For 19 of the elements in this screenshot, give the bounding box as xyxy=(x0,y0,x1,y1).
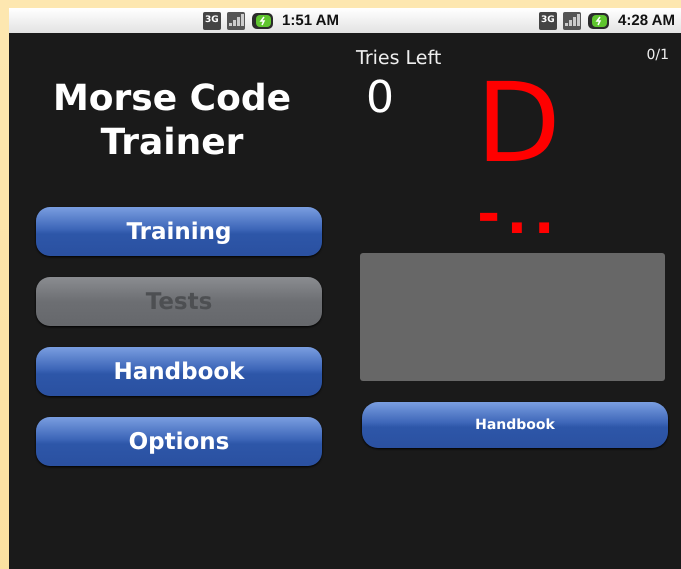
menu-button[interactable]: Training xyxy=(36,207,322,256)
morse-code: -.. xyxy=(477,187,561,243)
battery-icon xyxy=(250,12,274,30)
letter: D xyxy=(476,71,561,175)
battery-icon xyxy=(586,12,610,30)
clock: 4:28 AM xyxy=(618,12,675,29)
handbook-button[interactable]: Handbook xyxy=(362,402,668,448)
app-title: Morse Code Trainer xyxy=(52,77,292,165)
progress-counter: 0/1 xyxy=(646,47,669,65)
menu-button[interactable]: Options xyxy=(36,417,322,466)
tries-count: 0 xyxy=(366,73,394,123)
3g-icon: 3G xyxy=(538,10,558,30)
clock: 1:51 AM xyxy=(282,12,339,29)
3g-icon: 3G xyxy=(202,10,222,30)
input-panel[interactable] xyxy=(360,253,665,381)
tries-label: Tries Left xyxy=(356,47,442,69)
signal-icon xyxy=(226,10,246,30)
menu-button[interactable]: Handbook xyxy=(36,347,322,396)
signal-icon xyxy=(562,10,582,30)
